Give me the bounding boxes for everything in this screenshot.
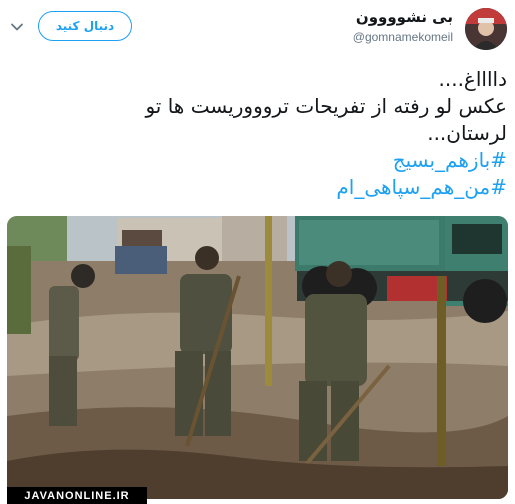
source-watermark: JAVANONLINE.IR (7, 487, 147, 504)
follow-button[interactable]: دنبال کنید (38, 11, 132, 41)
tweet-line: دااااغ.... (438, 67, 508, 91)
display-name[interactable]: بی نشوووون (356, 8, 453, 26)
avatar[interactable] (465, 8, 507, 50)
user-handle[interactable]: @gomnamekomeil (353, 30, 453, 44)
hashtag-link[interactable]: #من_هم_سپاهی_ام (17, 174, 507, 201)
tweet-text: دااااغ.... عکس لو رفته از تفریحات ترووور… (17, 66, 507, 201)
tweet-line: عکس لو رفته از تفریحات تروووریست ها تو (145, 94, 507, 118)
tweet-photo[interactable] (7, 216, 508, 499)
chevron-down-icon[interactable] (10, 20, 24, 34)
tweet-line: لرستان... (427, 121, 507, 145)
flood-cleanup-photo (7, 216, 508, 499)
hashtag-link[interactable]: #بازهم_بسیج (17, 147, 507, 174)
tweet-header: دنبال کنید بی نشوووون @gomnamekomeil (0, 0, 515, 60)
